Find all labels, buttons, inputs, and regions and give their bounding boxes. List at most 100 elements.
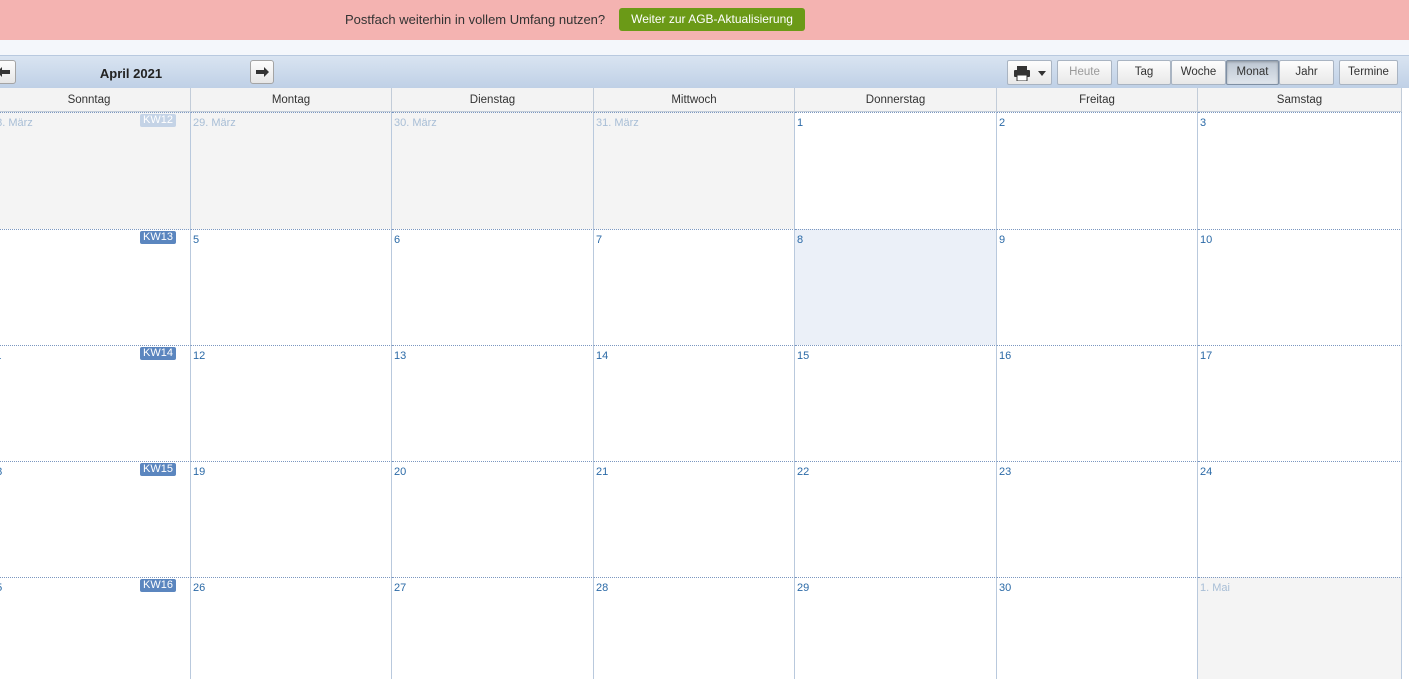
- day-cell[interactable]: 5: [191, 229, 392, 345]
- day-cell[interactable]: 10: [1198, 229, 1402, 345]
- day-number: 14: [596, 350, 609, 362]
- day-cell[interactable]: 25 KW16: [0, 577, 191, 679]
- day-number: 27: [394, 582, 407, 594]
- view-day-button[interactable]: Tag: [1117, 60, 1171, 85]
- view-week-button[interactable]: Woche: [1171, 60, 1226, 85]
- day-number: 22: [797, 466, 810, 478]
- day-number: 20: [394, 466, 407, 478]
- view-year-button[interactable]: Jahr: [1279, 60, 1334, 85]
- day-cell[interactable]: 30. März: [392, 112, 594, 229]
- day-number: 18: [0, 466, 2, 478]
- week-number-badge[interactable]: KW14: [140, 347, 176, 360]
- banner-text: Postfach weiterhin in vollem Umfang nutz…: [345, 12, 606, 27]
- day-cell[interactable]: 28. März KW12: [0, 112, 191, 229]
- appointments-button[interactable]: Termine: [1339, 60, 1398, 85]
- day-number: 21: [596, 466, 609, 478]
- weekday-header-friday: Freitag: [997, 88, 1198, 112]
- day-number: 10: [1200, 234, 1213, 246]
- day-number: 24: [1200, 466, 1213, 478]
- week-number-badge[interactable]: KW13: [140, 231, 176, 244]
- day-cell[interactable]: 16: [997, 345, 1198, 461]
- day-cell[interactable]: 4 KW13: [0, 229, 191, 345]
- day-cell[interactable]: 21: [594, 461, 795, 577]
- day-cell[interactable]: 27: [392, 577, 594, 679]
- day-cell[interactable]: 26: [191, 577, 392, 679]
- view-month-button[interactable]: Monat: [1226, 60, 1279, 85]
- print-button[interactable]: [1007, 60, 1052, 85]
- day-number: 5: [193, 234, 200, 246]
- day-cell[interactable]: 28: [594, 577, 795, 679]
- arrow-left-icon: [0, 67, 10, 77]
- day-number: 30. März: [394, 117, 437, 129]
- day-number: 16: [999, 350, 1012, 362]
- day-number: 15: [797, 350, 810, 362]
- calendar-toolbar: April 2021 Heute Tag Woche Monat Jahr Te…: [0, 55, 1409, 88]
- day-number: 25: [0, 582, 2, 594]
- day-number: 28. März: [0, 117, 33, 129]
- day-cell[interactable]: 9: [997, 229, 1198, 345]
- day-cell[interactable]: 22: [795, 461, 997, 577]
- day-number: 19: [193, 466, 206, 478]
- day-number: 29. März: [193, 117, 236, 129]
- day-cell[interactable]: 31. März: [594, 112, 795, 229]
- agb-update-button[interactable]: Weiter zur AGB-Aktualisierung: [619, 8, 805, 31]
- day-number: 17: [1200, 350, 1213, 362]
- weekday-header-monday: Montag: [191, 88, 392, 112]
- day-number: 7: [596, 234, 603, 246]
- day-cell[interactable]: 23: [997, 461, 1198, 577]
- day-number: 9: [999, 234, 1006, 246]
- weekday-header-thursday: Donnerstag: [795, 88, 997, 112]
- next-month-button[interactable]: [250, 60, 274, 84]
- day-cell[interactable]: 13: [392, 345, 594, 461]
- day-cell[interactable]: 14: [594, 345, 795, 461]
- month-title: April 2021: [99, 66, 163, 81]
- day-number: 12: [193, 350, 206, 362]
- agb-banner: Postfach weiterhin in vollem Umfang nutz…: [0, 0, 1409, 40]
- day-cell[interactable]: 6: [392, 229, 594, 345]
- month-grid: Sonntag Montag Dienstag Mittwoch Donners…: [0, 88, 1409, 679]
- day-cell[interactable]: 29: [795, 577, 997, 679]
- day-cell[interactable]: 29. März: [191, 112, 392, 229]
- week-number-badge[interactable]: KW12: [140, 114, 176, 127]
- day-number: 2: [999, 117, 1006, 129]
- day-cell[interactable]: 20: [392, 461, 594, 577]
- day-cell-today[interactable]: 8: [795, 229, 997, 345]
- day-number: 23: [999, 466, 1012, 478]
- day-number: 13: [394, 350, 407, 362]
- day-cell[interactable]: 1: [795, 112, 997, 229]
- weekday-header-tuesday: Dienstag: [392, 88, 594, 112]
- day-number: 11: [0, 350, 1, 362]
- printer-icon: [1014, 66, 1030, 81]
- week-number-badge[interactable]: KW15: [140, 463, 176, 476]
- day-number: 29: [797, 582, 810, 594]
- day-number: 30: [999, 582, 1012, 594]
- day-number: 3: [1200, 117, 1207, 129]
- day-cell[interactable]: 12: [191, 345, 392, 461]
- day-number: 1. Mai: [1200, 582, 1230, 594]
- weekday-header-sunday: Sonntag: [0, 88, 191, 112]
- week-number-badge[interactable]: KW16: [140, 579, 176, 592]
- day-cell[interactable]: 17: [1198, 345, 1402, 461]
- day-number: 31. März: [596, 117, 639, 129]
- day-number: 26: [193, 582, 206, 594]
- chevron-down-icon: [1038, 71, 1046, 76]
- day-cell[interactable]: 7: [594, 229, 795, 345]
- today-button[interactable]: Heute: [1057, 60, 1112, 85]
- day-cell[interactable]: 2: [997, 112, 1198, 229]
- weekday-header-saturday: Samstag: [1198, 88, 1402, 112]
- day-number: 8: [797, 234, 804, 246]
- day-number: 6: [394, 234, 401, 246]
- arrow-right-icon: [256, 67, 269, 77]
- day-cell[interactable]: 3: [1198, 112, 1402, 229]
- day-cell[interactable]: 1. Mai: [1198, 577, 1402, 679]
- day-number: 28: [596, 582, 609, 594]
- day-cell[interactable]: 15: [795, 345, 997, 461]
- day-cell[interactable]: 30: [997, 577, 1198, 679]
- prev-month-button[interactable]: [0, 60, 16, 84]
- weekday-header-wednesday: Mittwoch: [594, 88, 795, 112]
- day-cell[interactable]: 19: [191, 461, 392, 577]
- day-number: 1: [797, 117, 804, 129]
- day-cell[interactable]: 11 KW14: [0, 345, 191, 461]
- day-cell[interactable]: 18 KW15: [0, 461, 191, 577]
- day-cell[interactable]: 24: [1198, 461, 1402, 577]
